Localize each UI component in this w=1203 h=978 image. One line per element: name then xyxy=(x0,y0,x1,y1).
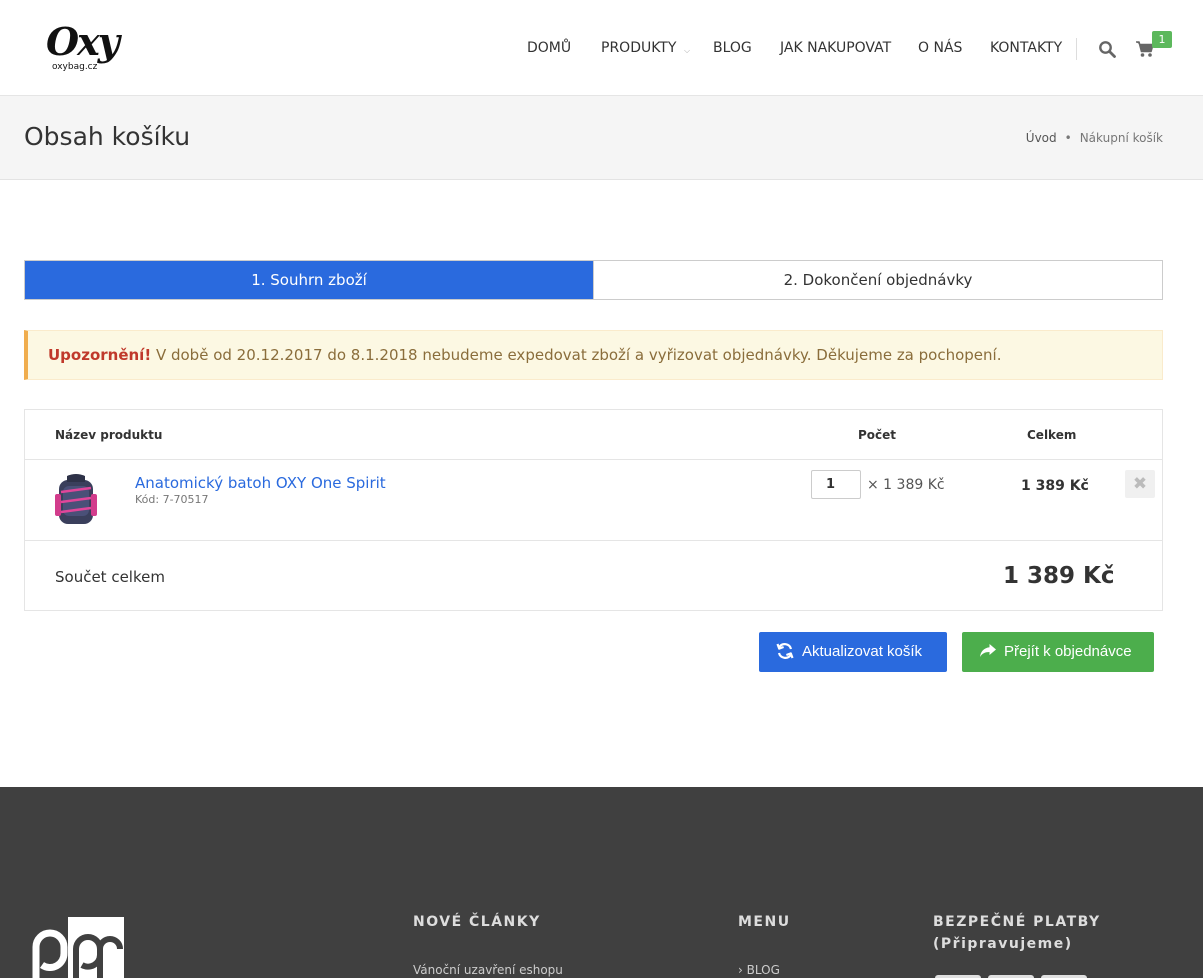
close-icon: ✖ xyxy=(1132,474,1148,494)
chevron-right-icon: › xyxy=(738,963,743,977)
column-header-qty: Počet xyxy=(858,428,897,442)
sum-value: 1 389 Kč xyxy=(1003,563,1115,589)
cart-table-header: Název produktu Počet Celkem xyxy=(25,410,1162,460)
product-name-link[interactable]: Anatomický batoh OXY One Spirit xyxy=(135,473,386,493)
nav-item-blog[interactable]: BLOG xyxy=(713,38,752,58)
chevron-down-icon: ⌵ xyxy=(684,46,691,55)
oxybag-logo[interactable]: Oxy oxybag.cz xyxy=(46,20,130,76)
remove-item-button[interactable]: ✖ xyxy=(1125,470,1155,498)
unit-price: × 1 389 Kč xyxy=(867,477,945,493)
logo-text: Oxy xyxy=(46,19,120,64)
alert-text: V době od 20.12.2017 do 8.1.2018 nebudem… xyxy=(155,346,1002,364)
update-cart-button[interactable]: Aktualizovat košík xyxy=(759,632,947,672)
refresh-icon xyxy=(776,643,794,659)
search-icon[interactable] xyxy=(1098,40,1116,58)
page-title-bar: Obsah košíku Úvod • Nákupní košík xyxy=(0,96,1203,180)
column-header-name: Název produktu xyxy=(55,428,163,442)
step-checkout[interactable]: 2. Dokončení objednávky xyxy=(593,261,1162,299)
product-code: Kód: 7-70517 xyxy=(135,493,209,506)
warning-alert: Upozornění! V době od 20.12.2017 do 8.1.… xyxy=(24,330,1163,380)
footer-heading-articles: NOVÉ ČLÁNKY xyxy=(413,914,541,930)
breadcrumb-current: Nákupní košík xyxy=(1079,131,1163,145)
breadcrumb-home[interactable]: Úvod xyxy=(1026,131,1057,145)
breadcrumb-separator: • xyxy=(1064,131,1072,145)
sum-label: Součet celkem xyxy=(55,568,165,586)
footer-article-link[interactable]: Vánoční uzavření eshopu xyxy=(413,963,563,977)
proceed-to-order-button[interactable]: Přejít k objednávce xyxy=(962,632,1154,672)
nav-item-o-nas[interactable]: O NÁS xyxy=(918,38,962,58)
logo-subtext: oxybag.cz xyxy=(52,62,98,72)
cart-count-badge[interactable]: 1 xyxy=(1152,31,1172,48)
site-header: Oxy oxybag.cz DOMŮ PRODUKTY ⌵ BLOG JAK N… xyxy=(0,0,1203,96)
proceed-to-order-label: Přejít k objednávce xyxy=(1004,643,1132,660)
footer-heading-menu: MENU xyxy=(738,914,791,930)
product-thumbnail[interactable] xyxy=(53,474,99,528)
table-row: Anatomický batoh OXY One Spirit Kód: 7-7… xyxy=(25,460,1162,541)
nav-item-domu[interactable]: DOMŮ xyxy=(527,38,571,58)
footer-menu-link-blog[interactable]: › BLOG xyxy=(738,963,780,977)
breadcrumb: Úvod • Nákupní košík xyxy=(1026,130,1163,146)
site-footer: NOVÉ ČLÁNKY Vánoční uzavření eshopu MENU… xyxy=(0,787,1203,978)
step-summary[interactable]: 1. Souhrn zboží xyxy=(25,261,593,299)
share-arrow-icon xyxy=(980,644,996,657)
checkout-steps: 1. Souhrn zboží 2. Dokončení objednávky xyxy=(24,260,1163,300)
footer-heading-payments: BEZPEČNÉ PLATBY (Připravujeme) xyxy=(933,914,1101,952)
quantity-input[interactable] xyxy=(811,470,861,499)
alert-title: Upozornění! xyxy=(48,346,152,364)
line-total: 1 389 Kč xyxy=(1021,478,1089,494)
cart-table: Název produktu Počet Celkem Anatomický b… xyxy=(24,409,1163,611)
nav-item-jak-nakupovat[interactable]: JAK NAKUPOVAT xyxy=(780,38,891,58)
nav-item-kontakty[interactable]: KONTAKTY xyxy=(990,38,1062,58)
nav-divider xyxy=(1076,38,1077,60)
nav-item-produkty[interactable]: PRODUKTY xyxy=(601,38,676,58)
update-cart-label: Aktualizovat košík xyxy=(802,643,923,660)
footer-menu-link-label: BLOG xyxy=(746,963,780,977)
page-title: Obsah košíku xyxy=(24,122,191,151)
column-header-total: Celkem xyxy=(1027,428,1077,442)
footer-logo[interactable] xyxy=(32,915,124,978)
